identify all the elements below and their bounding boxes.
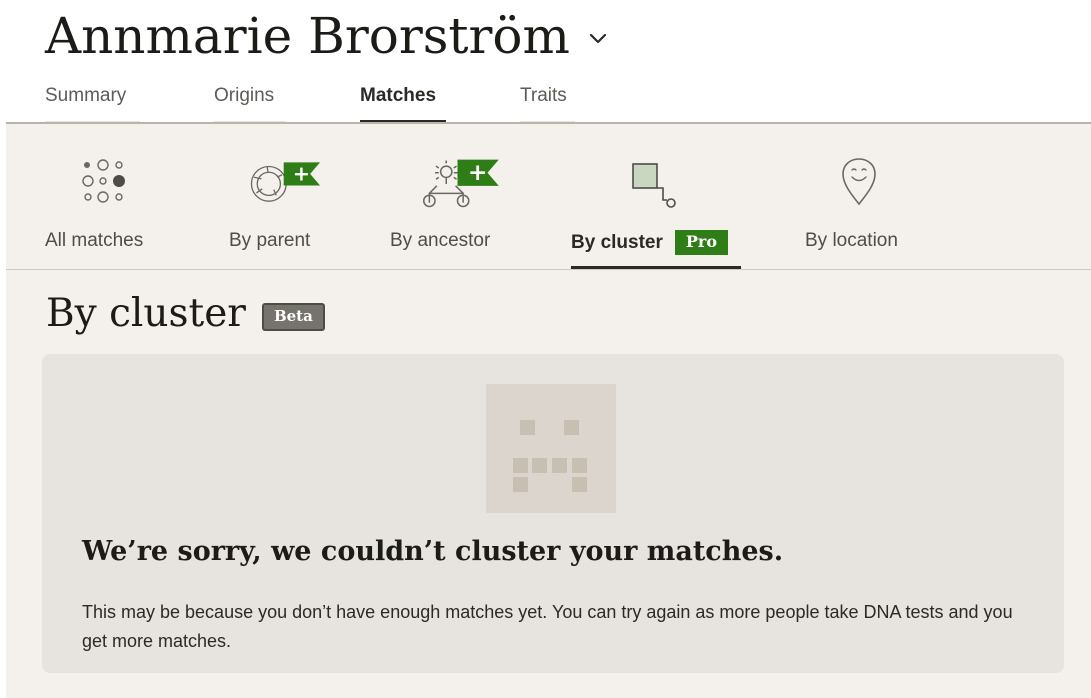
empty-state-heading: We’re sorry, we couldn’t cluster your ma… xyxy=(82,536,784,567)
parent-circle-icon: + xyxy=(250,162,321,202)
tab-by-cluster-text: By cluster xyxy=(571,231,663,253)
svg-text:+: + xyxy=(468,158,488,186)
tab-all-matches[interactable]: All matches xyxy=(45,124,163,269)
beta-badge: Beta xyxy=(261,303,325,331)
tab-by-ancestor[interactable]: + By ancestor xyxy=(390,124,510,269)
cluster-icon xyxy=(632,163,676,208)
tab-by-cluster-label: By cluster Pro xyxy=(571,230,741,255)
page: Annmarie Brorström Summary Origins Match… xyxy=(0,0,1091,698)
profile-header: Annmarie Brorström Summary Origins Match… xyxy=(0,0,1091,124)
page-title: By cluster xyxy=(46,291,246,336)
chevron-down-icon[interactable] xyxy=(586,27,610,51)
tab-by-parent[interactable]: + By parent xyxy=(229,124,325,269)
ancestor-tree-icon: + xyxy=(423,158,499,208)
location-pin-icon xyxy=(842,158,876,206)
match-view-tabs: All matches + By parent + By ancestor By… xyxy=(6,124,1091,270)
pro-badge: Pro xyxy=(674,230,729,255)
all-matches-dots-icon xyxy=(82,159,125,203)
empty-state-message: This may be because you don’t have enoug… xyxy=(82,602,1013,651)
tab-by-cluster[interactable]: By cluster Pro xyxy=(571,124,741,269)
empty-state-card: We’re sorry, we couldn’t cluster your ma… xyxy=(42,354,1064,673)
profile-tabs: Summary Origins Matches Traits xyxy=(45,82,649,123)
plus-flag-icon: + xyxy=(283,162,321,186)
person-selector[interactable]: Annmarie Brorström xyxy=(45,4,610,68)
section-header: By cluster Beta xyxy=(46,288,325,340)
tab-origins[interactable]: Origins xyxy=(214,82,286,123)
person-name: Annmarie Brorström xyxy=(45,7,570,65)
matches-content: All matches + By parent + By ancestor By… xyxy=(6,124,1091,698)
tab-traits[interactable]: Traits xyxy=(520,82,575,123)
sad-face-placeholder-icon xyxy=(486,384,616,513)
tab-summary[interactable]: Summary xyxy=(45,82,140,123)
tab-by-ancestor-label: By ancestor xyxy=(390,230,491,251)
match-view-divider xyxy=(6,269,1091,270)
tab-all-matches-label: All matches xyxy=(45,230,144,251)
svg-text:+: + xyxy=(293,162,310,186)
tab-by-parent-label: By parent xyxy=(229,230,311,251)
tab-by-location[interactable]: By location xyxy=(805,124,917,269)
tab-matches[interactable]: Matches xyxy=(360,82,446,123)
tab-by-location-label: By location xyxy=(805,230,898,251)
plus-flag-icon: + xyxy=(457,158,499,186)
